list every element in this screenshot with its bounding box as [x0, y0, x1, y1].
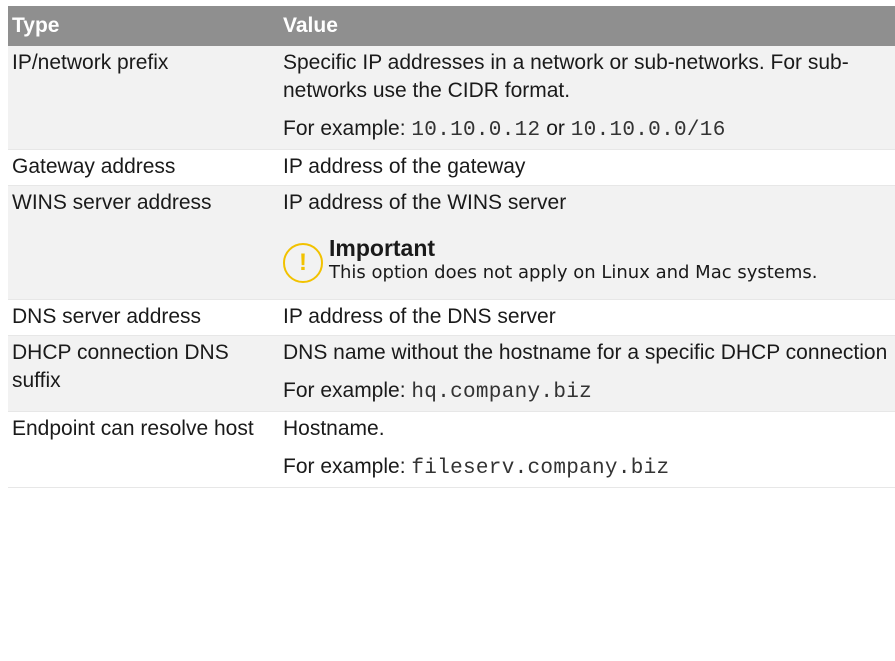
type-cell: Gateway address	[8, 149, 279, 186]
type-label: DNS server address	[12, 305, 202, 328]
table-row: WINS server address IP address of the WI…	[8, 185, 895, 300]
callout-body: Important This option does not apply on …	[329, 235, 889, 285]
column-header-type: Type	[8, 6, 279, 46]
example-line: For example: fileserv.company.biz	[283, 453, 889, 483]
example-code: 10.10.0.12	[411, 119, 541, 142]
example-prefix: For example:	[283, 117, 412, 140]
type-label: DHCP connection DNS suffix	[12, 341, 229, 392]
type-label: WINS server address	[12, 191, 212, 214]
document-page: Type Value IP/network prefix Specific IP…	[0, 0, 895, 661]
important-callout: ! Important This option does not apply o…	[283, 235, 889, 285]
example-line: For example: hq.company.biz	[283, 377, 889, 407]
type-label: IP/network prefix	[12, 51, 169, 74]
table-row: DHCP connection DNS suffix DNS name with…	[8, 335, 895, 412]
exclamation-icon: !	[283, 243, 323, 283]
type-label: Endpoint can resolve host	[12, 417, 254, 440]
value-cell: IP address of the DNS server	[279, 299, 895, 336]
value-text: Hostname.	[283, 417, 385, 440]
table-header-row: Type Value	[8, 6, 895, 46]
example-prefix: For example:	[283, 455, 412, 478]
example-code: fileserv.company.biz	[411, 457, 670, 480]
value-text: Specific IP addresses in a network or su…	[283, 51, 849, 102]
example-joiner: or	[540, 117, 571, 140]
value-text: DNS name without the hostname for a spec…	[283, 341, 888, 364]
settings-table: Type Value IP/network prefix Specific IP…	[8, 6, 895, 488]
example-code: hq.company.biz	[411, 381, 593, 404]
type-label: Gateway address	[12, 155, 176, 178]
value-text: IP address of the DNS server	[283, 305, 556, 328]
table-row: DNS server address IP address of the DNS…	[8, 299, 895, 336]
value-text: IP address of the gateway	[283, 155, 526, 178]
example-code: 10.10.0.0/16	[570, 119, 726, 142]
type-cell: IP/network prefix	[8, 46, 279, 150]
value-cell: IP address of the WINS server ! Importan…	[279, 185, 895, 300]
value-cell: IP address of the gateway	[279, 149, 895, 186]
callout-text: This option does not apply on Linux and …	[329, 262, 818, 283]
value-cell: DNS name without the hostname for a spec…	[279, 335, 895, 412]
type-cell: DHCP connection DNS suffix	[8, 335, 279, 412]
type-cell: DNS server address	[8, 299, 279, 336]
value-cell: Hostname. For example: fileserv.company.…	[279, 411, 895, 488]
type-cell: WINS server address	[8, 185, 279, 300]
example-line: For example: 10.10.0.12 or 10.10.0.0/16	[283, 115, 889, 145]
example-prefix: For example:	[283, 379, 412, 402]
table-row: IP/network prefix Specific IP addresses …	[8, 46, 895, 150]
callout-title: Important	[329, 235, 436, 261]
type-cell: Endpoint can resolve host	[8, 411, 279, 488]
column-header-value: Value	[279, 6, 895, 46]
table-row: Gateway address IP address of the gatewa…	[8, 149, 895, 186]
table-row: Endpoint can resolve host Hostname. For …	[8, 411, 895, 488]
value-cell: Specific IP addresses in a network or su…	[279, 46, 895, 150]
value-text: IP address of the WINS server	[283, 191, 567, 214]
